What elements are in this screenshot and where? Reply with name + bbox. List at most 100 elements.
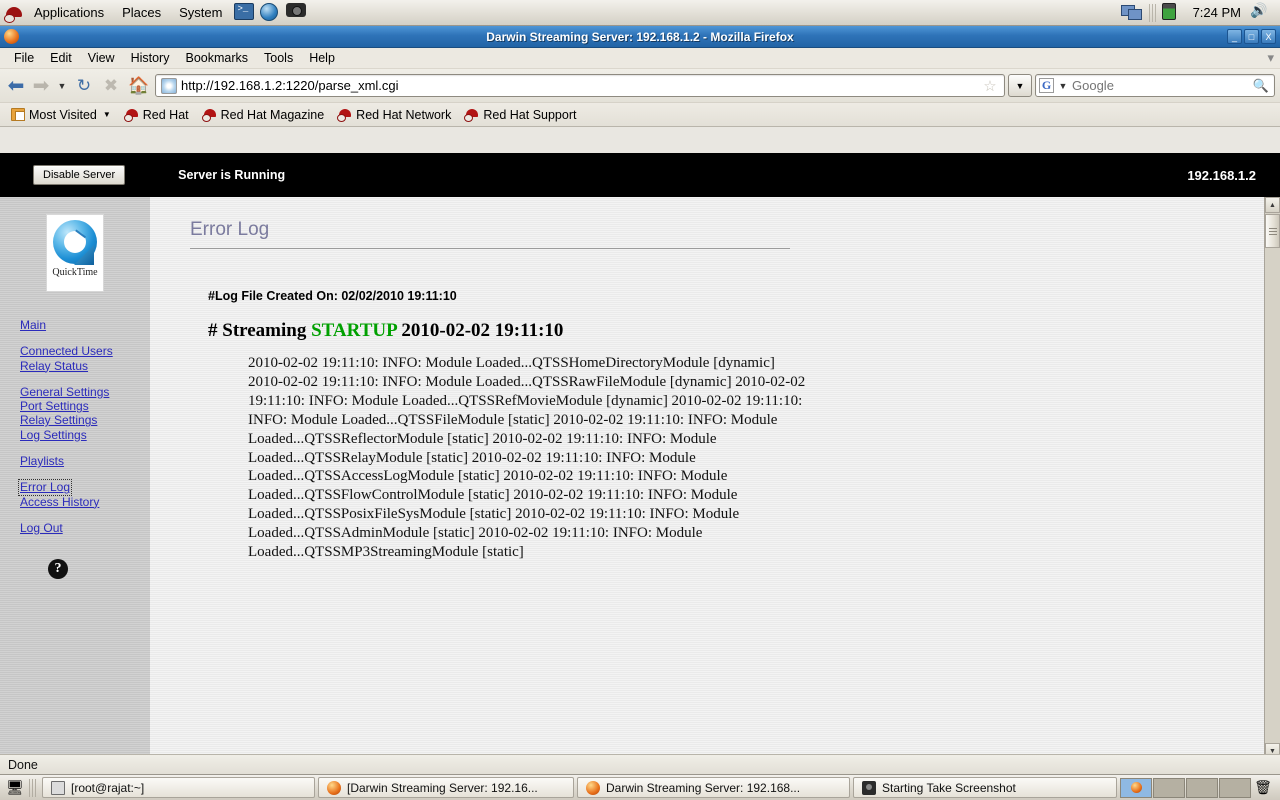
page-scrollbar[interactable]: ▲ ▼ xyxy=(1264,197,1280,759)
taskbar-item-firefox-2[interactable]: Darwin Streaming Server: 192.168... xyxy=(577,777,850,798)
forward-icon[interactable]: ➡ xyxy=(30,75,52,97)
terminal-launcher-icon[interactable] xyxy=(234,2,256,23)
search-icon[interactable]: 🔍 xyxy=(1251,78,1271,94)
home-icon[interactable]: 🏠 xyxy=(126,74,152,98)
battery-icon[interactable] xyxy=(1161,2,1184,23)
taskbar-grip[interactable] xyxy=(29,778,36,797)
menu-applications[interactable]: Applications xyxy=(26,2,112,24)
screenshot-launcher-icon[interactable] xyxy=(286,2,308,23)
taskbar-item-terminal[interactable]: [root@rajat:~] xyxy=(42,777,315,798)
nav-group-status: Connected Users Relay Status xyxy=(19,344,150,373)
sidebar-item-relay-status[interactable]: Relay Status xyxy=(19,359,89,373)
bookmark-red-hat[interactable]: Red Hat xyxy=(119,107,194,123)
maximize-button[interactable]: □ xyxy=(1244,29,1259,44)
firefox-icon xyxy=(327,780,341,795)
back-icon[interactable]: ⬅ xyxy=(5,75,27,97)
menu-bookmarks[interactable]: Bookmarks xyxy=(177,50,256,66)
menu-view[interactable]: View xyxy=(80,50,123,66)
bookmark-star-icon[interactable]: ☆ xyxy=(979,77,1001,95)
help-icon[interactable]: ? xyxy=(48,559,68,580)
menu-tools[interactable]: Tools xyxy=(256,50,301,66)
dss-header-bar: Disable Server Server is Running 192.168… xyxy=(0,153,1280,197)
reload-icon[interactable]: ↻ xyxy=(72,74,96,98)
navigation-toolbar: ⬅ ➡ ▼ ↻ ✖ 🏠 http://192.168.1.2:1220/pars… xyxy=(0,69,1280,103)
tab-list-chevron-icon[interactable]: ▾ xyxy=(1267,50,1280,66)
google-engine-icon[interactable]: G xyxy=(1039,78,1054,93)
search-engine-chevron-icon[interactable]: ▼ xyxy=(1056,75,1070,97)
quicktime-q-icon xyxy=(53,220,97,264)
network-monitor-icon[interactable] xyxy=(1120,3,1143,23)
panel-right-group: 7:24 PM xyxy=(1119,2,1280,23)
search-input[interactable] xyxy=(1070,77,1251,94)
firefox-icon xyxy=(586,780,600,795)
bookmark-red-hat-support[interactable]: Red Hat Support xyxy=(459,107,581,123)
nav-group-logs: Error Log Access History xyxy=(17,479,150,509)
taskbar-item-label: Darwin Streaming Server: 192.168... xyxy=(606,780,801,795)
show-desktop-icon[interactable]: 🖥 xyxy=(4,778,26,798)
menu-file[interactable]: File xyxy=(6,50,42,66)
redhat-icon xyxy=(464,108,479,122)
menu-edit[interactable]: Edit xyxy=(42,50,80,66)
nav-group-settings: General Settings Port Settings Relay Set… xyxy=(19,385,150,442)
startup-prefix: # Streaming xyxy=(208,320,312,341)
browser-launcher-icon[interactable] xyxy=(260,2,282,23)
trash-icon[interactable]: 🗑 xyxy=(1252,778,1274,798)
url-bar[interactable]: http://192.168.1.2:1220/parse_xml.cgi ☆ xyxy=(155,74,1005,97)
menu-history[interactable]: History xyxy=(123,50,178,66)
sidebar-item-relay-settings[interactable]: Relay Settings xyxy=(19,413,98,427)
sidebar-item-access-history[interactable]: Access History xyxy=(19,495,100,509)
sidebar-item-connected-users[interactable]: Connected Users xyxy=(19,344,114,358)
sidebar-item-log-out[interactable]: Log Out xyxy=(19,521,64,535)
url-dropdown-icon[interactable]: ▼ xyxy=(1008,74,1032,97)
taskbar-item-label: [root@rajat:~] xyxy=(71,780,145,795)
workspace-3[interactable] xyxy=(1186,777,1218,798)
sidebar-item-general-settings[interactable]: General Settings xyxy=(19,385,110,399)
stop-icon[interactable]: ✖ xyxy=(99,74,123,98)
sidebar-item-log-settings[interactable]: Log Settings xyxy=(19,428,88,442)
workspace-2[interactable] xyxy=(1153,777,1185,798)
startup-keyword: STARTUP xyxy=(311,320,397,341)
scrollbar-track[interactable] xyxy=(1265,248,1280,743)
server-ip-label: 192.168.1.2 xyxy=(1187,167,1256,183)
redhat-menu-icon[interactable] xyxy=(4,4,24,23)
workspace-1[interactable] xyxy=(1120,777,1152,798)
close-button[interactable]: X xyxy=(1261,29,1276,44)
menu-help[interactable]: Help xyxy=(301,50,343,66)
taskbar-item-label: [Darwin Streaming Server: 192.16... xyxy=(347,780,538,795)
url-text[interactable]: http://192.168.1.2:1220/parse_xml.cgi xyxy=(181,78,979,93)
volume-icon[interactable] xyxy=(1250,2,1272,23)
search-bar[interactable]: G ▼ 🔍 xyxy=(1035,74,1275,97)
log-startup-line: # Streaming STARTUP 2010-02-02 19:11:10 xyxy=(208,320,1280,342)
sidebar-item-main[interactable]: Main xyxy=(19,318,47,332)
workspace-4[interactable] xyxy=(1219,777,1251,798)
bookmark-most-visited[interactable]: Most Visited ▼ xyxy=(6,107,116,123)
disable-server-button[interactable]: Disable Server xyxy=(33,165,126,185)
browser-menubar: File Edit View History Bookmarks Tools H… xyxy=(0,48,1280,69)
sidebar-item-error-log[interactable]: Error Log xyxy=(17,479,73,496)
firefox-window: Darwin Streaming Server: 192.168.1.2 - M… xyxy=(0,26,1280,774)
scrollbar-thumb[interactable] xyxy=(1265,214,1280,248)
sidebar-item-port-settings[interactable]: Port Settings xyxy=(19,399,90,413)
bookmark-label: Red Hat Support xyxy=(483,107,577,122)
site-identity-icon[interactable] xyxy=(161,77,177,94)
sidebar-item-playlists[interactable]: Playlists xyxy=(19,454,65,468)
log-created-line: #Log File Created On: 02/02/2010 19:11:1… xyxy=(208,289,457,303)
workspace-switcher[interactable]: 🗑 xyxy=(1120,777,1276,798)
taskbar-item-firefox-1[interactable]: [Darwin Streaming Server: 192.16... xyxy=(318,777,574,798)
history-dropdown-icon[interactable]: ▼ xyxy=(55,75,69,97)
content-inner: Error Log #Log File Created On: 02/02/20… xyxy=(150,197,1280,562)
bookmark-label: Red Hat Network xyxy=(356,107,452,122)
menu-places[interactable]: Places xyxy=(114,2,169,24)
clock[interactable]: 7:24 PM xyxy=(1186,5,1248,20)
menu-system[interactable]: System xyxy=(171,2,230,24)
bookmark-red-hat-magazine[interactable]: Red Hat Magazine xyxy=(197,107,330,123)
gnome-top-panel: Applications Places System 7:24 PM xyxy=(0,0,1280,26)
server-status-text: Server is Running xyxy=(178,168,286,182)
minimize-button[interactable]: _ xyxy=(1227,29,1242,44)
bookmark-label: Most Visited xyxy=(29,107,97,122)
bookmark-red-hat-network[interactable]: Red Hat Network xyxy=(332,107,456,123)
nav-group-main: Main xyxy=(19,318,150,332)
scroll-up-button[interactable]: ▲ xyxy=(1265,197,1280,213)
taskbar-item-screenshot[interactable]: Starting Take Screenshot xyxy=(853,777,1117,798)
bookmark-label: Red Hat xyxy=(142,107,189,122)
